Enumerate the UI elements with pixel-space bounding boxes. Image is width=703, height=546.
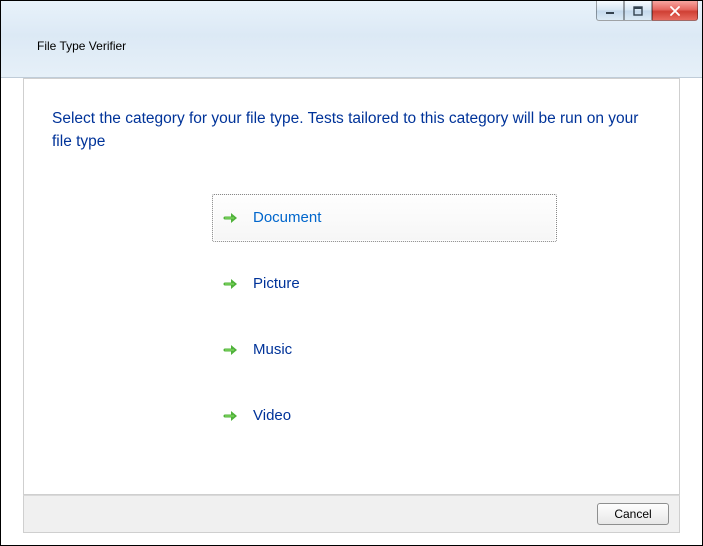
dialog-footer: Cancel: [23, 495, 680, 533]
close-icon: [669, 6, 681, 16]
category-option-picture[interactable]: Picture: [212, 260, 557, 308]
option-label: Video: [253, 407, 291, 424]
window-controls: [596, 1, 698, 21]
content-inner: Select the category for your file type. …: [24, 79, 679, 468]
minimize-button[interactable]: [596, 1, 624, 21]
category-option-video[interactable]: Video: [212, 392, 557, 440]
option-label: Music: [253, 341, 292, 358]
maximize-icon: [633, 6, 643, 16]
arrow-right-icon: [223, 408, 239, 424]
cancel-button[interactable]: Cancel: [597, 503, 669, 525]
close-button[interactable]: [652, 1, 698, 21]
maximize-button[interactable]: [624, 1, 652, 21]
window-title: File Type Verifier: [37, 39, 126, 53]
arrow-right-icon: [223, 210, 239, 226]
category-option-music[interactable]: Music: [212, 326, 557, 374]
category-option-document[interactable]: Document: [212, 194, 557, 242]
option-label: Document: [253, 209, 321, 226]
arrow-right-icon: [223, 276, 239, 292]
option-label: Picture: [253, 275, 300, 292]
minimize-icon: [605, 6, 615, 16]
content-panel: Select the category for your file type. …: [23, 78, 680, 495]
dialog-window: File Type Verifier Select the category f…: [0, 0, 703, 546]
page-heading: Select the category for your file type. …: [52, 107, 651, 154]
arrow-right-icon: [223, 342, 239, 358]
titlebar: File Type Verifier: [1, 1, 702, 78]
category-options: Document Picture Music Video: [212, 194, 557, 440]
